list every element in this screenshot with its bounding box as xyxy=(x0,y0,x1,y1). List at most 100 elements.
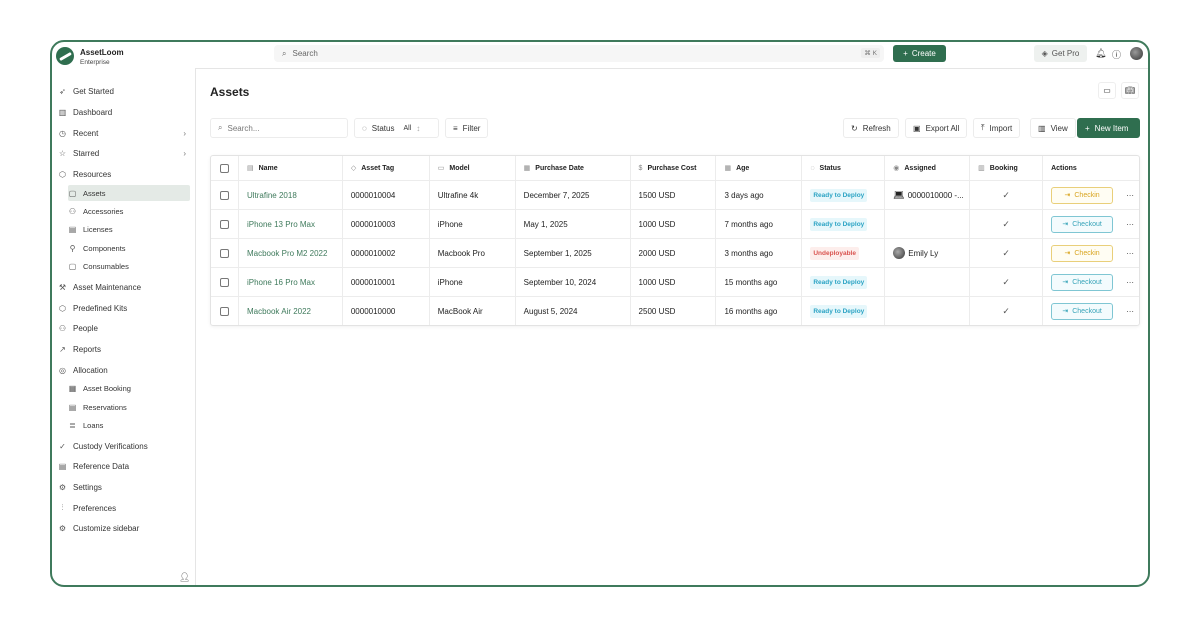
asset-name-link[interactable]: Macbook Pro M2 2022 xyxy=(247,249,328,258)
col-status[interactable]: ◌ Status xyxy=(802,156,886,180)
sidebar-item-get-started[interactable]: ➶ Get Started xyxy=(58,83,190,99)
comment-icon[interactable]: ▭ xyxy=(1098,82,1116,99)
user-settings-icon[interactable]: 👤︎ xyxy=(179,572,190,583)
col-purchase-date[interactable]: ▦ Purchase Date xyxy=(516,156,631,180)
asset-name-link[interactable]: iPhone 16 Pro Max xyxy=(247,278,315,287)
sidebar-item-assets[interactable]: ▢ Assets xyxy=(68,185,190,201)
sidebar-item-custody-verifications[interactable]: ✓ Custody Verifications xyxy=(58,438,190,454)
view-label: View xyxy=(1050,123,1068,133)
sidebar-item-settings[interactable]: ⚙ Settings xyxy=(58,479,190,495)
table-row[interactable]: Ultrafine 2018 0000010004 Ultrafine 4k D… xyxy=(211,180,1139,209)
login-icon: ⇥ xyxy=(1062,279,1069,286)
row-checkbox[interactable] xyxy=(211,297,239,325)
checkout-button[interactable]: ⇥ Checkout xyxy=(1051,273,1114,291)
user-avatar[interactable] xyxy=(1130,47,1143,60)
sidebar-item-people[interactable]: ⚇ People xyxy=(58,320,190,336)
action-label: Checkin xyxy=(1074,249,1100,257)
import-label: Import xyxy=(989,123,1013,133)
more-icon[interactable]: ··· xyxy=(1126,191,1134,200)
more-icon[interactable]: ··· xyxy=(1126,307,1134,316)
action-label: Checkout xyxy=(1072,220,1102,228)
asset-name-link[interactable]: Ultrafine 2018 xyxy=(247,191,297,200)
asset-name-link[interactable]: iPhone 13 Pro Max xyxy=(247,220,315,229)
chevron-right-icon[interactable]: › xyxy=(183,129,186,138)
refresh-icon: ↻ xyxy=(851,123,858,133)
sidebar-item-loans[interactable]: ≣ Loans xyxy=(68,417,190,433)
sidebar-item-consumables[interactable]: ▢ Consumables xyxy=(68,258,190,274)
app-window: AssetLoom Enterprise ⌕ Search ⌘ K + Creat… xyxy=(50,40,1150,587)
header-label: Status xyxy=(819,164,841,172)
sidebar-item-allocation[interactable]: ◎ Allocation xyxy=(58,362,190,378)
sidebar-item-licenses[interactable]: ▤ Licenses xyxy=(68,221,190,237)
row-checkbox[interactable] xyxy=(211,239,239,267)
asset-tag: 0000010003 xyxy=(350,219,396,229)
asset-name-link[interactable]: Macbook Air 2022 xyxy=(247,307,311,316)
sidebar-item-components[interactable]: ⚲ Components xyxy=(68,240,190,256)
sidebar-item-reference-data[interactable]: ▤ Reference Data xyxy=(58,458,190,474)
refresh-button[interactable]: ↻ Refresh xyxy=(843,118,899,138)
sidebar-item-label: Asset Maintenance xyxy=(73,282,142,292)
checkin-button[interactable]: ⇥ Checkin xyxy=(1051,186,1114,204)
page-title: Assets xyxy=(210,85,250,99)
get-pro-button[interactable]: ◈ Get Pro xyxy=(1034,45,1087,62)
more-icon[interactable]: ··· xyxy=(1126,220,1134,229)
table-row[interactable]: iPhone 13 Pro Max 0000010003 iPhone May … xyxy=(211,209,1139,238)
global-search-input[interactable]: ⌕ Search ⌘ K xyxy=(274,45,884,62)
col-asset-tag[interactable]: ◇ Asset Tag xyxy=(343,156,430,180)
sidebar-item-asset-booking[interactable]: ▦ Asset Booking xyxy=(68,380,190,396)
bell-icon[interactable]: 🔔︎ xyxy=(1095,48,1106,59)
new-item-button[interactable]: + New Item xyxy=(1077,118,1140,138)
row-checkbox[interactable] xyxy=(211,181,239,209)
table-row[interactable]: iPhone 16 Pro Max 0000010001 iPhone Sept… xyxy=(211,267,1139,296)
row-checkbox[interactable] xyxy=(211,268,239,296)
col-model[interactable]: ▭ Model xyxy=(430,156,516,180)
calendar-icon: ▦ xyxy=(724,165,732,172)
sidebar-item-starred[interactable]: ☆ Starred › xyxy=(58,145,190,161)
checkin-button[interactable]: ⇥ Checkin xyxy=(1051,244,1114,262)
sidebar-item-customize-sidebar[interactable]: ⚙ Customize sidebar xyxy=(58,520,190,536)
sliders-icon: ⫶ xyxy=(61,503,64,512)
col-age[interactable]: ▦ Age xyxy=(716,156,803,180)
sidebar-item-reservations[interactable]: ▤ Reservations xyxy=(68,399,190,415)
sidebar-item-asset-maintenance[interactable]: ⚒ Asset Maintenance xyxy=(58,279,190,295)
consumable-icon: ▢ xyxy=(68,261,77,271)
table-row[interactable]: Macbook Pro M2 2022 0000010002 Macbook P… xyxy=(211,238,1139,267)
check-icon: ✓ xyxy=(1002,247,1010,258)
sidebar-item-resources[interactable]: ⬡ Resources xyxy=(58,166,190,182)
col-name[interactable]: ▤ Name xyxy=(239,156,343,180)
status-filter[interactable]: ◌ Status All ↕ xyxy=(354,118,439,138)
checkout-button[interactable]: ⇥ Checkout xyxy=(1051,302,1114,320)
plus-icon: + xyxy=(903,49,908,58)
import-button[interactable]: ⤒ Import xyxy=(973,118,1021,138)
col-purchase-cost[interactable]: $ Purchase Cost xyxy=(631,156,717,180)
select-all-checkbox[interactable] xyxy=(211,156,239,180)
table-row[interactable]: Macbook Air 2022 0000010000 MacBook Air … xyxy=(211,296,1139,325)
book-icon[interactable]: 📖︎ xyxy=(1121,82,1139,99)
chevron-right-icon[interactable]: › xyxy=(183,149,186,158)
col-assigned[interactable]: ◉ Assigned xyxy=(885,156,971,180)
help-icon[interactable]: ⓘ xyxy=(1112,48,1121,61)
more-icon[interactable]: ··· xyxy=(1126,278,1134,287)
filter-icon: ≡ xyxy=(453,123,458,133)
more-icon[interactable]: ··· xyxy=(1126,249,1134,258)
model: Macbook Pro xyxy=(437,248,485,258)
sidebar-item-label: Consumables xyxy=(83,261,129,271)
sidebar-item-label: Settings xyxy=(73,482,102,492)
sidebar-item-preferences[interactable]: ⫶ Preferences xyxy=(58,500,190,516)
sidebar-item-dashboard[interactable]: ▥ Dashboard xyxy=(58,104,190,120)
checkout-button[interactable]: ⇥ Checkout xyxy=(1051,215,1114,233)
create-button[interactable]: + Create xyxy=(893,45,946,62)
filter-button[interactable]: ≡ Filter xyxy=(445,118,489,138)
asset-search-input[interactable]: ⌕ Search... xyxy=(210,118,348,138)
sidebar-item-recent[interactable]: ◷ Recent › xyxy=(58,125,190,141)
export-button[interactable]: ▣ Export All xyxy=(905,118,968,138)
view-button[interactable]: ▥ View xyxy=(1030,118,1076,138)
col-booking[interactable]: ▥ Booking xyxy=(970,156,1044,180)
sidebar-item-accessories[interactable]: ⚇ Accessories xyxy=(68,203,190,219)
purchase-cost: 2500 USD xyxy=(638,306,676,316)
sidebar-item-predefined-kits[interactable]: ⬡ Predefined Kits xyxy=(58,300,190,316)
plus-icon: + xyxy=(1085,123,1090,133)
asset-tag: 0000010002 xyxy=(350,248,396,258)
row-checkbox[interactable] xyxy=(211,210,239,238)
sidebar-item-reports[interactable]: ↗ Reports xyxy=(58,341,190,357)
